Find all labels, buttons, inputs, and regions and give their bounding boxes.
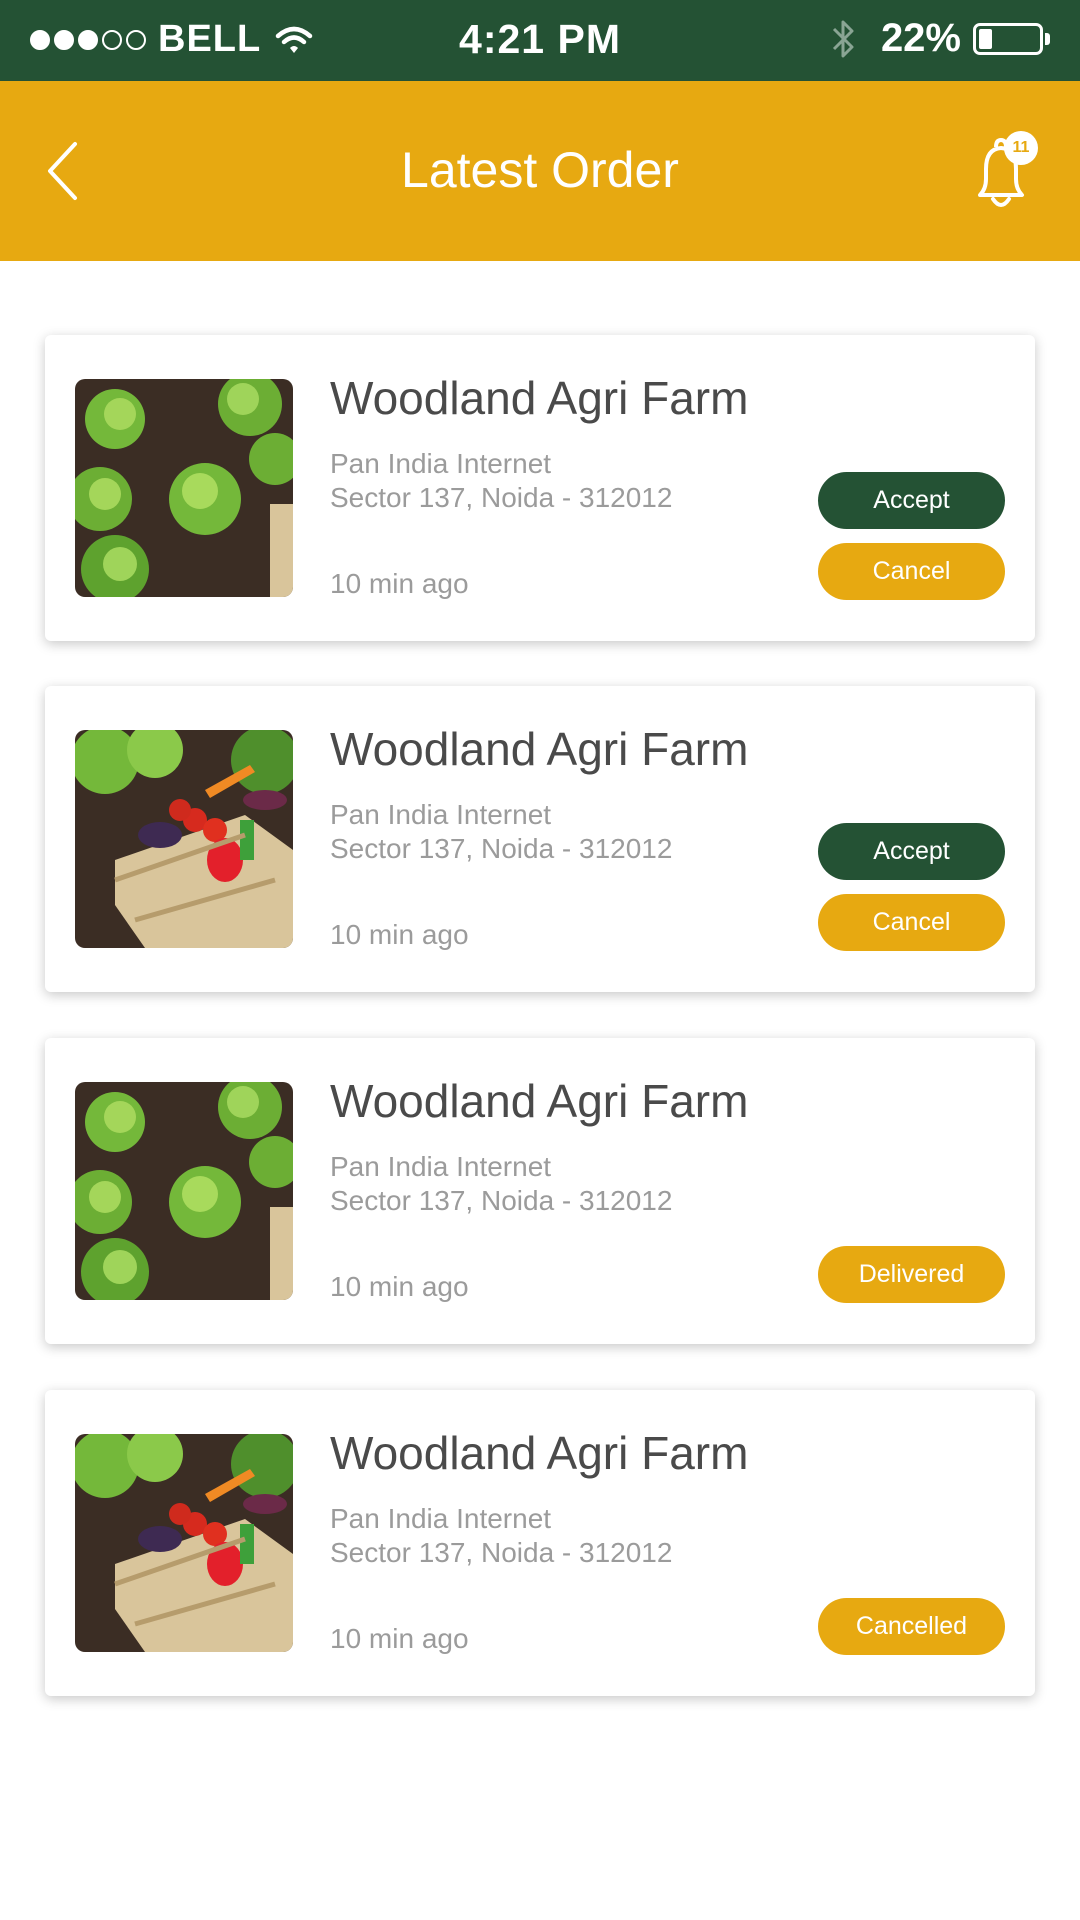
farm-address: Pan India Internet Sector 137, Noida - 3… (330, 447, 672, 515)
cancel-button[interactable]: Cancel (818, 543, 1005, 600)
lettuce-field-image (75, 379, 293, 597)
address-line-1: Pan India Internet (330, 1503, 552, 1534)
battery-tip (1045, 32, 1050, 45)
farm-name: Woodland Agri Farm (330, 723, 749, 775)
vegetable-crate-image (75, 1434, 293, 1652)
farm-address: Pan India Internet Sector 137, Noida - 3… (330, 1150, 672, 1218)
delivered-status-button[interactable]: Delivered (818, 1246, 1005, 1303)
order-card[interactable]: Woodland Agri Farm Pan India Internet Se… (45, 1038, 1035, 1344)
vegetable-crate-image (75, 730, 293, 948)
app-header: Latest Order 11 (0, 81, 1080, 261)
order-time: 10 min ago (330, 1623, 469, 1654)
battery-percentage: 22% (880, 16, 961, 60)
farm-thumbnail (75, 730, 293, 948)
farm-address: Pan India Internet Sector 137, Noida - 3… (330, 798, 672, 866)
battery-fill (979, 28, 992, 49)
address-line-2: Sector 137, Noida - 312012 (330, 1185, 673, 1216)
farm-thumbnail (75, 1082, 293, 1300)
status-bar: BELL 4:21 PM 22% (0, 0, 1080, 81)
cancel-button[interactable]: Cancel (818, 894, 1005, 951)
order-card[interactable]: Woodland Agri Farm Pan India Internet Se… (45, 335, 1035, 641)
accept-button[interactable]: Accept (818, 472, 1005, 529)
farm-thumbnail (75, 379, 293, 597)
address-line-1: Pan India Internet (330, 1151, 552, 1182)
order-card[interactable]: Woodland Agri Farm Pan India Internet Se… (45, 686, 1035, 992)
address-line-2: Sector 137, Noida - 312012 (330, 482, 673, 513)
address-line-1: Pan India Internet (330, 799, 552, 830)
order-time: 10 min ago (330, 919, 469, 950)
order-card[interactable]: Woodland Agri Farm Pan India Internet Se… (45, 1390, 1035, 1696)
notification-badge: 11 (1004, 131, 1038, 165)
farm-thumbnail (75, 1434, 293, 1652)
address-line-2: Sector 137, Noida - 312012 (330, 833, 673, 864)
address-line-2: Sector 137, Noida - 312012 (330, 1537, 673, 1568)
order-time: 10 min ago (330, 568, 469, 599)
lettuce-field-image (75, 1082, 293, 1300)
bluetooth-icon (832, 20, 854, 57)
battery-icon (973, 22, 1043, 55)
page-title: Latest Order (401, 142, 679, 198)
address-line-1: Pan India Internet (330, 448, 552, 479)
notifications-button[interactable]: 11 (966, 131, 1038, 215)
cancelled-status-button[interactable]: Cancelled (818, 1598, 1005, 1655)
status-right: 22% (831, 16, 1050, 61)
farm-name: Woodland Agri Farm (330, 372, 749, 424)
farm-name: Woodland Agri Farm (330, 1427, 749, 1479)
farm-name: Woodland Agri Farm (330, 1075, 749, 1127)
order-time: 10 min ago (330, 1271, 469, 1302)
accept-button[interactable]: Accept (818, 823, 1005, 880)
farm-address: Pan India Internet Sector 137, Noida - 3… (330, 1502, 672, 1570)
